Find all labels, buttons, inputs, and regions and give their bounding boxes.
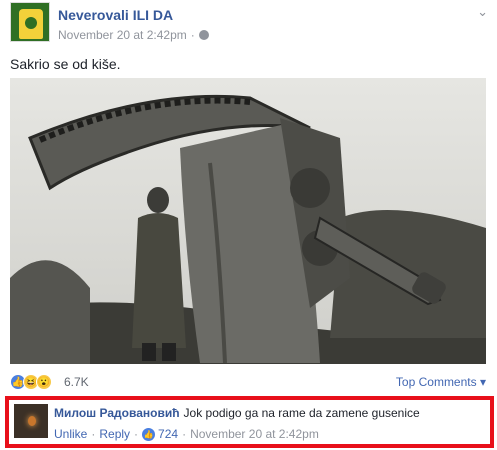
top-comments-dropdown[interactable]: Top Comments ▾ <box>396 375 486 389</box>
reactions-bar: 👍 😆 😮 6.7K Top Comments ▾ <box>10 372 488 392</box>
comment-text: Jok podigo ga na rame da zamene gusenice <box>183 406 420 420</box>
comment-author-link[interactable]: Милош Радовановић <box>54 406 180 420</box>
action-separator: · <box>134 427 139 441</box>
meta-separator: · <box>190 28 195 42</box>
reaction-icons[interactable]: 👍 😆 😮 <box>10 374 52 390</box>
action-separator: · <box>91 427 96 441</box>
caret-down-icon: ▾ <box>479 375 486 389</box>
highlighted-comment: Милош Радовановић Jok podigo ga na rame d… <box>5 396 494 448</box>
post-photo[interactable] <box>10 78 486 364</box>
wow-icon: 😮 <box>36 374 52 390</box>
post-timestamp[interactable]: November 20 at 2:42pm <box>58 28 187 42</box>
action-separator: · <box>182 427 187 441</box>
comment-timestamp[interactable]: November 20 at 2:42pm <box>190 427 319 441</box>
reply-button[interactable]: Reply <box>99 427 130 441</box>
chevron-down-icon[interactable]: ⌄ <box>477 4 488 20</box>
like-icon: 👍 <box>142 427 156 441</box>
comment-actions: Unlike · Reply · 👍 724 · November 20 at … <box>54 427 319 441</box>
unlike-button[interactable]: Unlike <box>54 427 87 441</box>
photo-illustration <box>10 78 486 364</box>
comment-line: Милош Радовановић Jok podigo ga na rame d… <box>54 406 420 420</box>
post-text: Sakrio se od kiše. <box>10 56 121 72</box>
page-name-link[interactable]: Neverovali ILI DA <box>58 7 173 23</box>
post-meta: November 20 at 2:42pm · <box>58 28 209 42</box>
avatar-image <box>19 9 43 39</box>
post-header: Neverovali ILI DA November 20 at 2:42pm … <box>10 2 490 46</box>
globe-icon <box>198 30 209 40</box>
comment-avatar[interactable] <box>14 404 48 438</box>
top-comments-label: Top Comments <box>395 375 477 389</box>
reaction-count[interactable]: 6.7K <box>64 375 89 389</box>
comment-like-count[interactable]: 724 <box>158 427 178 441</box>
page-avatar[interactable] <box>10 2 50 42</box>
